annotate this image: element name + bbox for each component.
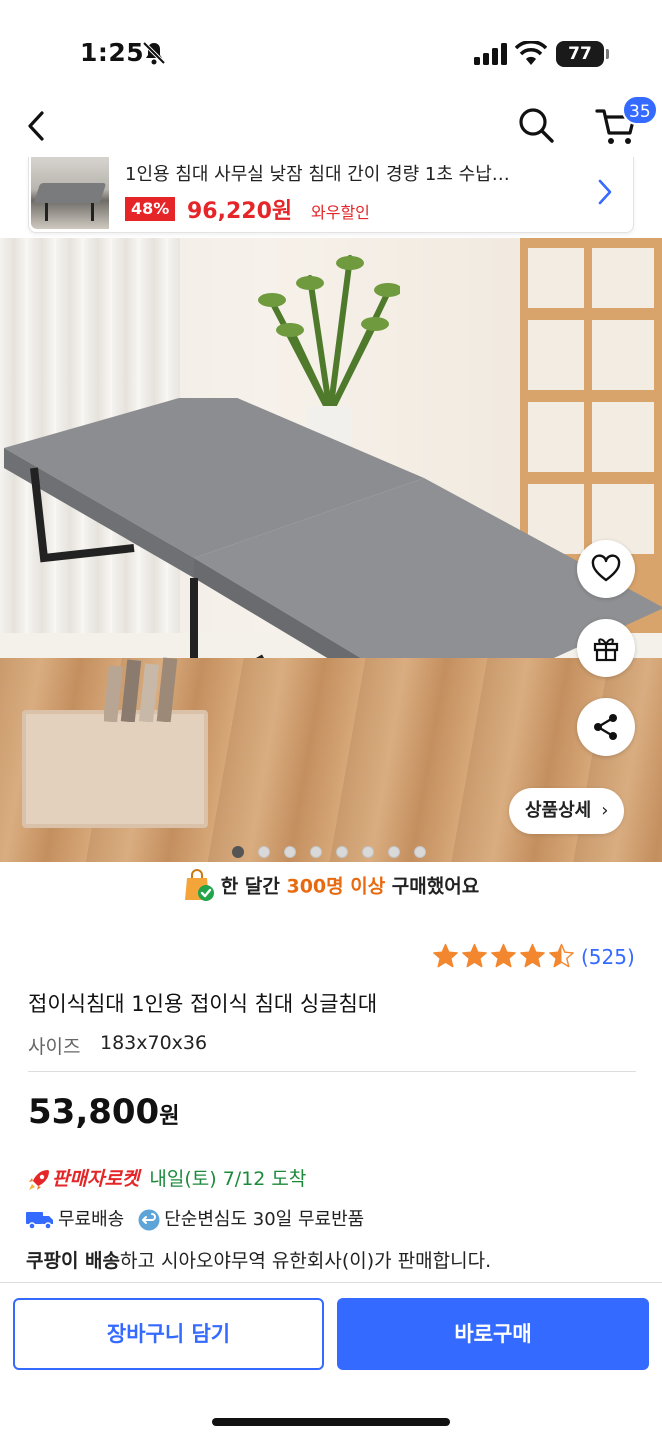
recent-purchase-info: 한 달간 300명 이상 구매했어요	[0, 869, 662, 904]
home-indicator	[212, 1418, 450, 1426]
rating[interactable]: (525)	[432, 943, 635, 973]
star-icon	[462, 943, 487, 968]
gift-icon	[593, 638, 619, 662]
strip-thumbnail	[31, 157, 109, 229]
gift-button[interactable]	[577, 619, 635, 677]
strip-wow-tag: 와우할인	[311, 203, 370, 222]
status-bar: 1:25 77	[0, 0, 662, 100]
option-label: 사이즈	[28, 1036, 81, 1058]
product-title: 접이식침대 1인용 접이식 침대 싱글침대	[28, 992, 378, 1016]
return-icon	[138, 1209, 160, 1231]
truck-icon	[26, 1212, 53, 1230]
star-icon	[491, 943, 516, 968]
shipping-info: 무료배송 단순변심도 30일 무료반품	[26, 1205, 364, 1231]
strip-discount-badge: 48%	[125, 197, 176, 221]
chevron-right-icon: ›	[601, 800, 609, 821]
carousel-dot[interactable]	[388, 846, 400, 858]
product-image-carousel[interactable]: 상품상세 ›	[0, 238, 662, 862]
heart-icon	[591, 554, 621, 582]
strip-price: 96,220원	[187, 199, 293, 224]
carousel-dot[interactable]	[258, 846, 270, 858]
share-button[interactable]	[577, 698, 635, 756]
option-value[interactable]: 183x70x36	[100, 1032, 207, 1054]
bell-off-icon	[142, 41, 166, 65]
back-icon[interactable]	[22, 107, 52, 145]
buy-now-button[interactable]: 바로구매	[337, 1298, 649, 1370]
star-icon	[549, 943, 574, 968]
folding-bed-illustration	[4, 398, 662, 658]
carousel-dot[interactable]	[310, 846, 322, 858]
rocket-icon	[29, 1169, 49, 1190]
seller-info: 쿠팡이 배송하고 시아오야무역 유한회사(이)가 판매합니다.	[26, 1250, 492, 1272]
share-icon	[594, 714, 617, 740]
carousel-dot[interactable]	[362, 846, 374, 858]
carousel-dot[interactable]	[336, 846, 348, 858]
delivery-info: 판매자로켓 내일(토) 7/12 도착	[26, 1164, 306, 1193]
signal-icon	[474, 43, 507, 65]
wifi-icon	[515, 41, 547, 65]
strip-title: 1인용 침대 사무실 낮잠 침대 간이 경량 1초 수납…	[125, 164, 510, 185]
sticky-product-strip[interactable]: 1인용 침대 사무실 낮잠 침대 간이 경량 1초 수납… 48% 96,220…	[28, 157, 634, 233]
chevron-right-icon[interactable]	[595, 175, 615, 209]
arrival-date: 내일(토) 7/12 도착	[149, 1168, 307, 1190]
top-nav: 35	[0, 95, 662, 157]
plant-decor	[258, 255, 400, 416]
cart-count-badge: 35	[622, 95, 658, 125]
search-icon[interactable]	[516, 105, 556, 145]
bottom-action-bar: 장바구니 담기 바로구매	[0, 1282, 662, 1440]
product-detail-button[interactable]: 상품상세 ›	[509, 788, 625, 834]
divider	[28, 1071, 636, 1072]
carousel-dot[interactable]	[232, 846, 244, 858]
carousel-dots[interactable]	[232, 843, 440, 858]
wishlist-button[interactable]	[577, 540, 635, 598]
star-icon	[520, 943, 545, 968]
add-to-cart-button[interactable]: 장바구니 담기	[13, 1298, 324, 1370]
shopping-bag-check-icon	[184, 869, 214, 901]
status-time: 1:25	[80, 38, 145, 67]
storage-basket	[22, 657, 208, 828]
seller-rocket-label: 판매자로켓	[52, 1168, 140, 1190]
battery-icon: 77	[556, 41, 609, 67]
carousel-dot[interactable]	[284, 846, 296, 858]
review-count[interactable]: (525)	[581, 945, 635, 969]
product-price: 53,800원	[28, 1092, 180, 1132]
star-rating	[432, 943, 577, 968]
carousel-dot[interactable]	[414, 846, 426, 858]
star-icon	[433, 943, 458, 968]
